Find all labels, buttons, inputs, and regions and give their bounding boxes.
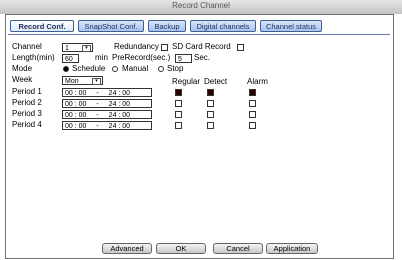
prerecord-label: PreRecord(sec.) <box>112 53 171 62</box>
redundancy-label: Redundancy <box>114 42 159 51</box>
record-dialog: Record Conf. SnapShot Conf. Backup Digit… <box>5 14 394 259</box>
detect-checkbox[interactable] <box>207 122 214 129</box>
mode-stop-radio[interactable] <box>158 66 164 72</box>
detect-column-header: Detect <box>204 77 228 86</box>
channel-select[interactable]: 1 ▾ <box>62 43 93 52</box>
week-select[interactable]: Mon ▾ <box>62 76 103 85</box>
period-dash: - <box>96 123 99 130</box>
alarm-checkbox[interactable] <box>249 111 256 118</box>
application-button[interactable]: Application <box>266 243 318 254</box>
tab-divider <box>8 34 390 35</box>
period-dash: - <box>96 101 99 108</box>
sdcard-record-checkbox[interactable] <box>237 44 244 51</box>
regular-checkbox[interactable] <box>175 122 182 129</box>
period-end-time: 24 : 00 <box>108 112 131 119</box>
detect-checkbox[interactable] <box>207 89 214 96</box>
length-unit: min <box>95 53 108 62</box>
chevron-down-icon: ▾ <box>92 78 101 85</box>
period-end-time: 24 : 00 <box>108 101 131 108</box>
cancel-button[interactable]: Cancel <box>213 243 263 254</box>
alarm-checkbox[interactable] <box>249 89 256 96</box>
channel-value: 1 <box>65 45 69 52</box>
prerecord-unit: Sec. <box>194 53 211 62</box>
channel-label: Channel <box>12 42 42 51</box>
period-start-time: 00 : 00 <box>65 112 87 119</box>
mode-schedule-label: Schedule <box>72 64 106 73</box>
period-time-input[interactable]: 00 : 00 - 24 : 00 <box>62 88 152 97</box>
window-title: Record Channel <box>0 0 402 14</box>
mode-manual-label: Manual <box>122 64 149 73</box>
period-label: Period 3 <box>12 109 42 118</box>
period-dash: - <box>96 90 99 97</box>
regular-checkbox[interactable] <box>175 100 182 107</box>
detect-checkbox[interactable] <box>207 111 214 118</box>
chevron-down-icon: ▾ <box>82 45 91 52</box>
period-label: Period 2 <box>12 98 42 107</box>
period-dash: - <box>96 112 99 119</box>
period-label: Period 4 <box>12 120 42 129</box>
alarm-checkbox[interactable] <box>249 122 256 129</box>
week-label: Week <box>12 75 33 84</box>
alarm-column-header: Alarm <box>247 77 268 86</box>
alarm-checkbox[interactable] <box>249 100 256 107</box>
period-end-time: 24 : 00 <box>108 90 131 97</box>
week-value: Mon <box>65 78 79 85</box>
regular-checkbox[interactable] <box>175 111 182 118</box>
mode-manual-radio[interactable] <box>112 66 118 72</box>
regular-column-header: Regular <box>172 77 201 86</box>
sdcard-record-label: SD Card Record <box>172 42 231 51</box>
regular-checkbox[interactable] <box>175 89 182 96</box>
tab-channel-status[interactable]: Channel status <box>260 20 322 32</box>
period-label: Period 1 <box>12 87 42 96</box>
advanced-button[interactable]: Advanced <box>102 243 152 254</box>
length-label: Length(min) <box>12 53 55 62</box>
redundancy-checkbox[interactable] <box>161 44 168 51</box>
detect-checkbox[interactable] <box>207 100 214 107</box>
tab-digital-channels[interactable]: Digital channels <box>190 20 256 32</box>
period-end-time: 24 : 00 <box>108 123 131 130</box>
period-time-input[interactable]: 00 : 00 - 24 : 00 <box>62 110 152 119</box>
period-start-time: 00 : 00 <box>65 123 87 130</box>
prerecord-input[interactable]: 5 <box>175 54 192 63</box>
mode-stop-label: Stop <box>167 64 184 73</box>
mode-label: Mode <box>12 64 33 73</box>
tab-backup[interactable]: Backup <box>148 20 186 32</box>
period-start-time: 00 : 00 <box>65 101 87 108</box>
period-time-input[interactable]: 00 : 00 - 24 : 00 <box>62 99 152 108</box>
length-input[interactable]: 60 <box>62 54 79 63</box>
tab-snapshot-conf[interactable]: SnapShot Conf. <box>78 20 144 32</box>
ok-button[interactable]: OK <box>156 243 206 254</box>
period-start-time: 00 : 00 <box>65 90 87 97</box>
tab-record-conf[interactable]: Record Conf. <box>10 20 74 32</box>
period-time-input[interactable]: 00 : 00 - 24 : 00 <box>62 121 152 130</box>
mode-schedule-radio[interactable] <box>63 66 69 72</box>
